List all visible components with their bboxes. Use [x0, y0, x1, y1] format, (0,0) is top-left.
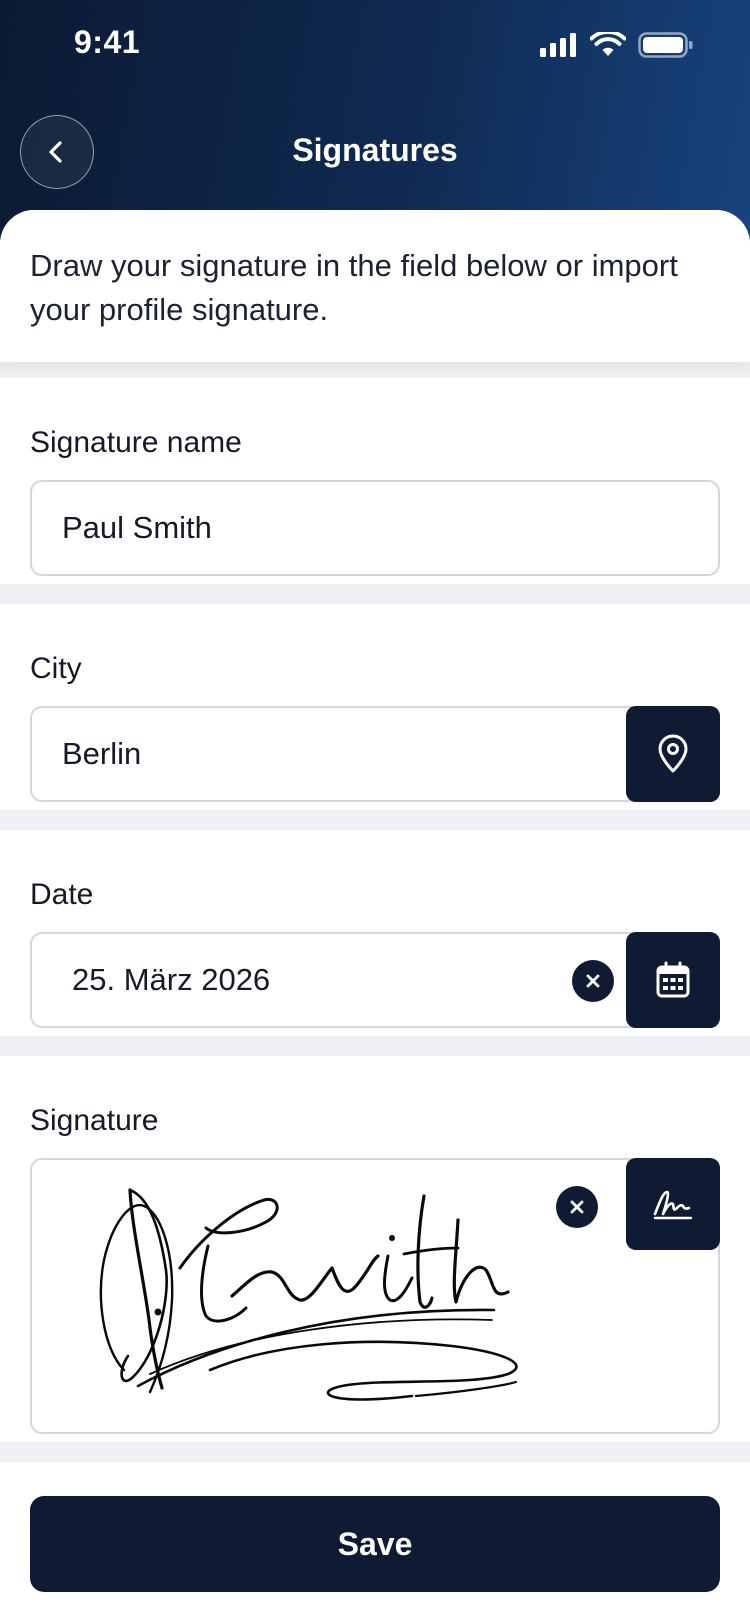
clear-signature-button[interactable] — [556, 1186, 598, 1228]
signature-name-value: Paul Smith — [62, 510, 212, 545]
signature-label: Signature — [30, 1104, 159, 1137]
city-field[interactable]: Berlin — [30, 706, 720, 802]
close-icon — [570, 1200, 584, 1214]
calendar-icon — [656, 961, 690, 998]
signature-icon — [653, 1190, 693, 1220]
signature-drawing — [99, 1188, 518, 1401]
wifi-icon — [590, 32, 626, 56]
import-signature-button[interactable] — [626, 1158, 720, 1250]
content-sheet: Draw your signature in the field below o… — [0, 210, 750, 1624]
battery-icon — [638, 32, 693, 58]
date-field[interactable]: 25. März 2026 — [30, 932, 720, 1028]
save-button[interactable]: Save — [30, 1496, 720, 1592]
date-label: Date — [30, 878, 94, 911]
city-section: City Berlin — [0, 604, 750, 810]
page-title: Signatures — [292, 132, 458, 168]
cellular-signal-icon — [540, 33, 576, 57]
city-label: City — [30, 652, 82, 685]
signature-pad[interactable] — [30, 1158, 720, 1434]
location-button[interactable] — [626, 706, 720, 802]
status-time: 9:41 — [74, 24, 141, 60]
signature-section: Signature — [0, 1056, 750, 1442]
header: 9:41 Signatures — [0, 0, 750, 240]
close-icon — [586, 974, 600, 988]
nav-bar: Signatures — [0, 112, 750, 192]
date-value: 25. März 2026 — [72, 962, 271, 997]
signature-name-label: Signature name — [30, 426, 242, 459]
date-section: Date 25. März 2026 — [0, 830, 750, 1036]
footer: Save — [0, 1462, 750, 1624]
intro-card: Draw your signature in the field below o… — [0, 210, 750, 362]
status-icons — [540, 30, 694, 60]
intro-text: Draw your signature in the field below o… — [30, 248, 678, 327]
status-bar: 9:41 — [0, 0, 750, 88]
clear-date-button[interactable] — [572, 960, 614, 1002]
signature-name-field[interactable]: Paul Smith — [30, 480, 720, 576]
location-pin-icon — [658, 734, 688, 773]
calendar-button[interactable] — [626, 932, 720, 1028]
signature-name-section: Signature name Paul Smith — [0, 378, 750, 584]
city-value: Berlin — [62, 736, 142, 771]
